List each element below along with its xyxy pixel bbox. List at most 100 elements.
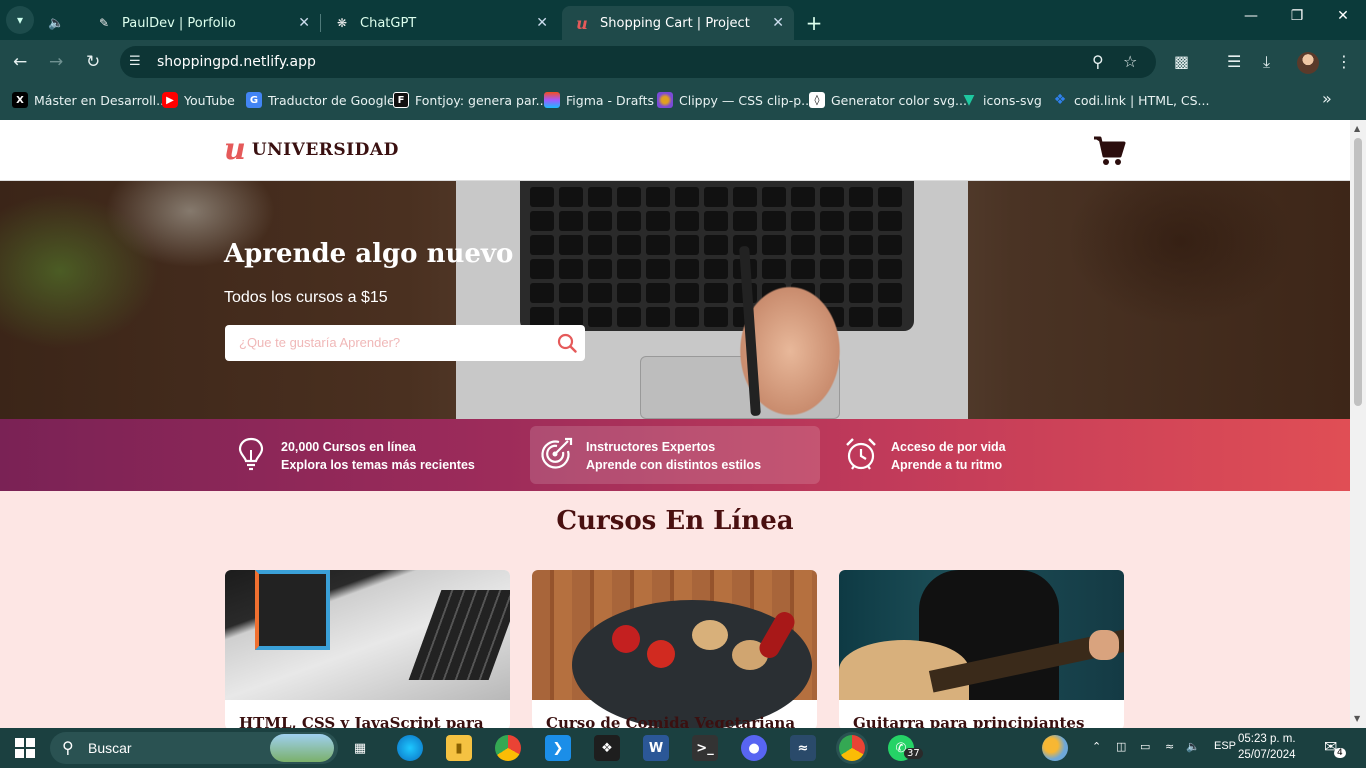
extensions-icon[interactable]: ▩ (1174, 52, 1189, 71)
course-card[interactable]: Curso de Comida Vegetariana (532, 570, 817, 728)
bookmark-translate[interactable]: G Traductor de Google (246, 92, 395, 108)
chrome-active-icon[interactable] (839, 735, 865, 761)
weather-icon[interactable] (1042, 735, 1068, 761)
minimize-button[interactable]: — (1228, 8, 1274, 24)
word-icon[interactable]: W (643, 735, 669, 761)
hero-banner: Aprende algo nuevo Todos los cursos a $1… (0, 181, 1350, 419)
tab-shopping-cart[interactable]: u Shopping Cart | Project ✕ (562, 6, 794, 40)
terminal-icon[interactable]: >_ (692, 735, 718, 761)
tab-chatgpt[interactable]: ❋ ChatGPT ✕ (322, 6, 558, 40)
audio-indicator[interactable]: 🔈 (48, 6, 70, 40)
close-window-button[interactable]: ✕ (1320, 8, 1366, 24)
shopping-cart-icon[interactable] (1092, 134, 1126, 168)
feature-courses: 20,000 Cursos en línea Explora los temas… (225, 426, 515, 484)
bookmark-label: Máster en Desarroll... (34, 92, 169, 108)
figma-app-icon[interactable]: ❖ (594, 735, 620, 761)
keyboard-key (617, 187, 641, 207)
scrollbar-thumb[interactable] (1354, 138, 1362, 406)
reload-icon[interactable]: ↻ (86, 52, 100, 72)
language-indicator[interactable]: ESP (1214, 740, 1236, 752)
browser-tab-bar: ▾ 🔈 ✎ PaulDev | Porfolio ✕ ❋ ChatGPT ✕ u… (0, 0, 1366, 40)
download-icon[interactable]: ⤓ (1263, 52, 1270, 72)
battery-icon[interactable]: ▭ (1140, 740, 1150, 753)
bookmark-master[interactable]: X Máster en Desarroll... (12, 92, 168, 108)
keyboard-key (588, 211, 612, 231)
course-image-html-css (225, 570, 510, 700)
task-view-icon[interactable]: ▦ (347, 735, 373, 761)
keyboard-key (878, 187, 902, 207)
zoom-icon[interactable]: ⚲ (1092, 52, 1104, 71)
codilink-icon: ❖ (1053, 92, 1067, 108)
scroll-up-icon[interactable]: ▲ (1354, 124, 1360, 133)
plus-icon: + (805, 11, 823, 35)
chevron-up-icon[interactable]: ⌃ (1092, 740, 1101, 753)
search-input[interactable]: ¿Que te gustaría Aprender? (239, 335, 400, 350)
bookmark-youtube[interactable]: ▶ YouTube (162, 92, 235, 108)
course-search-field[interactable]: ¿Que te gustaría Aprender? (225, 325, 585, 361)
bookmark-svg-generator[interactable]: ◊ Generator color svg... (809, 92, 967, 108)
site-header: u UNIVERSIDAD (0, 120, 1350, 181)
course-title[interactable]: HTML, CSS y JavaScript para (239, 714, 484, 728)
forward-arrow-icon[interactable]: → (49, 52, 63, 72)
scroll-down-icon[interactable]: ▼ (1354, 714, 1360, 723)
site-info-icon[interactable]: ☰ (129, 54, 141, 69)
site-logo[interactable]: u UNIVERSIDAD (224, 135, 399, 165)
course-card[interactable]: HTML, CSS y JavaScript para (225, 570, 510, 728)
keyboard-key (588, 187, 612, 207)
more-bookmarks-icon[interactable]: » (1322, 89, 1332, 108)
wifi-icon[interactable]: ≈ (1165, 740, 1174, 753)
url-text[interactable]: shoppingpd.netlify.app (157, 54, 316, 70)
star-icon[interactable]: ☆ (1123, 52, 1137, 71)
vscode-icon[interactable]: ❯ (545, 735, 571, 761)
search-icon[interactable] (557, 333, 577, 353)
device-icon[interactable]: ◫ (1116, 740, 1126, 753)
close-icon[interactable]: ✕ (298, 15, 310, 31)
chevron-down-icon: ▾ (16, 13, 24, 27)
keyboard-key (733, 211, 757, 231)
taskbar-search[interactable]: ⚲ Buscar (50, 732, 338, 764)
course-image-guitar (839, 570, 1124, 700)
volume-icon[interactable]: 🔈 (1186, 740, 1200, 753)
page-viewport: u UNIVERSIDAD Aprende algo nuevo Todos l… (0, 120, 1350, 728)
chrome-icon[interactable] (495, 735, 521, 761)
profile-avatar[interactable] (1297, 52, 1319, 74)
discord-icon[interactable]: ● (741, 735, 767, 761)
svg-icon: ◊ (809, 92, 825, 108)
x-icon: X (12, 92, 28, 108)
edge-icon[interactable] (397, 735, 423, 761)
keyboard-key (820, 211, 844, 231)
new-tab-button[interactable]: + (800, 6, 828, 40)
menu-icon[interactable]: ⋮ (1336, 52, 1352, 71)
restore-button[interactable]: ❐ (1274, 8, 1320, 24)
keyboard-key (617, 235, 641, 255)
bookmark-clippy[interactable]: Clippy — CSS clip-p... (657, 92, 813, 108)
keyboard-key (820, 187, 844, 207)
course-card[interactable]: Guitarra para principiantes (839, 570, 1124, 728)
course-title[interactable]: Guitarra para principiantes (853, 714, 1084, 728)
bookmark-icons-svg[interactable]: ▼ icons-svg (961, 92, 1042, 108)
page-scrollbar[interactable]: ▲ ▼ (1350, 120, 1366, 728)
mysql-workbench-icon[interactable]: ≈ (790, 735, 816, 761)
address-bar[interactable]: ☰ shoppingpd.netlify.app ⚲ ☆ (120, 46, 1156, 78)
close-icon[interactable]: ✕ (536, 15, 548, 31)
udemy-favicon: u (576, 13, 588, 33)
keyboard-key (588, 235, 612, 255)
keyboard-key (878, 259, 902, 279)
translate-icon: G (246, 92, 262, 108)
file-explorer-icon[interactable]: ▮ (446, 735, 472, 761)
features-bar: 20,000 Cursos en línea Explora los temas… (0, 419, 1350, 491)
media-control-icon[interactable]: ☰ (1227, 52, 1241, 71)
windows-start-icon[interactable] (12, 735, 38, 761)
bookmark-codilink[interactable]: ❖ codi.link | HTML, CS... (1052, 92, 1210, 108)
taskbar-clock[interactable]: 05:23 p. m. 25/07/2024 (1238, 731, 1296, 763)
keyboard-key (675, 187, 699, 207)
course-title[interactable]: Curso de Comida Vegetariana (546, 714, 795, 728)
bookmark-fontjoy[interactable]: F Fontjoy: genera par... (393, 92, 548, 108)
bookmark-figma[interactable]: Figma - Drafts (544, 92, 654, 108)
close-icon[interactable]: ✕ (772, 15, 784, 31)
logo-mark: u (224, 132, 246, 167)
tab-search-button[interactable]: ▾ (6, 6, 34, 34)
back-arrow-icon[interactable]: ← (13, 52, 27, 72)
hero-title: Aprende algo nuevo (224, 239, 514, 269)
tab-pauldev[interactable]: ✎ PaulDev | Porfolio ✕ (84, 6, 320, 40)
